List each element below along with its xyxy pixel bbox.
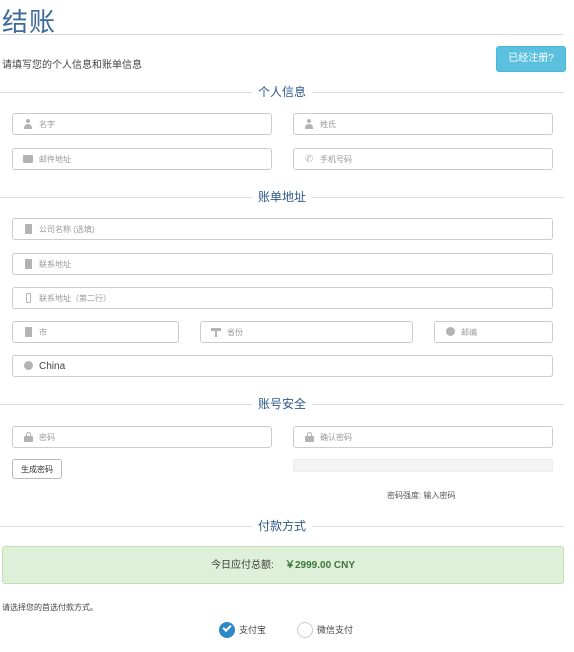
phone-field[interactable]: ✆ 手机号码 — [293, 148, 553, 170]
user-icon — [303, 119, 315, 131]
generate-password-button[interactable]: 生成密码 — [12, 459, 62, 479]
last-name-field[interactable]: 姓氏 — [293, 113, 553, 135]
total-due-box: 今日应付总额: ￥2999.00 CNY — [2, 546, 564, 584]
state-field[interactable]: 省份 — [200, 321, 413, 343]
first-name-placeholder: 名字 — [39, 120, 55, 129]
building-icon — [22, 259, 34, 271]
wechat-pay-label[interactable]: 微信支付 — [317, 622, 353, 638]
total-due-label: 今日应付总额: — [211, 560, 274, 571]
postcode-field[interactable]: 邮编 — [434, 321, 553, 343]
address-line2-placeholder: 联系地址（第二行） — [39, 294, 111, 303]
phone-icon: ✆ — [304, 154, 314, 165]
last-name-placeholder: 姓氏 — [320, 120, 336, 129]
section-personal-info: 个人信息 — [0, 84, 564, 100]
section-title: 账号安全 — [251, 396, 313, 412]
password-field[interactable]: 密码 — [12, 426, 272, 448]
section-billing-address: 账单地址 — [0, 189, 564, 205]
title-divider — [0, 34, 563, 35]
globe-icon — [22, 361, 34, 373]
confirm-password-field[interactable]: 确认密码 — [293, 426, 553, 448]
state-placeholder: 省份 — [227, 328, 243, 337]
confirm-password-placeholder: 确认密码 — [320, 433, 352, 442]
signpost-icon — [210, 327, 222, 339]
password-strength-text: 密码强度: 输入密码 — [387, 491, 456, 500]
total-due-amount: ￥2999.00 CNY — [285, 560, 356, 571]
user-icon — [22, 119, 34, 131]
address-line1-field[interactable]: 联系地址 — [12, 253, 553, 275]
alipay-label[interactable]: 支付宝 — [239, 622, 266, 638]
lock-icon — [303, 432, 315, 444]
location-icon — [444, 327, 456, 339]
lock-icon — [22, 432, 34, 444]
section-account-security: 账号安全 — [0, 396, 564, 412]
mobile-icon — [22, 293, 34, 305]
section-title: 账单地址 — [251, 189, 313, 205]
company-field[interactable]: 公司名称 (选填) — [12, 218, 553, 240]
city-placeholder: 市 — [39, 328, 47, 337]
already-registered-button[interactable]: 已经注册? — [496, 46, 566, 72]
building-icon — [22, 327, 34, 339]
first-name-field[interactable]: 名字 — [12, 113, 272, 135]
email-placeholder: 邮件地址 — [39, 155, 71, 164]
payment-instruction: 请选择您的首选付款方式。 — [2, 603, 98, 612]
section-payment-method: 付款方式 — [0, 518, 564, 534]
country-select[interactable]: China — [12, 355, 553, 377]
intro-text: 请填写您的个人信息和账单信息 — [2, 60, 142, 71]
company-placeholder: 公司名称 (选填) — [39, 225, 95, 234]
email-field[interactable]: 邮件地址 — [12, 148, 272, 170]
password-placeholder: 密码 — [39, 433, 55, 442]
section-title: 个人信息 — [251, 84, 313, 100]
city-field[interactable]: 市 — [12, 321, 179, 343]
address-line2-field[interactable]: 联系地址（第二行） — [12, 287, 553, 309]
country-value: China — [39, 361, 66, 372]
building-icon — [22, 224, 34, 236]
postcode-placeholder: 邮编 — [461, 328, 477, 337]
address-line1-placeholder: 联系地址 — [39, 260, 71, 269]
wechat-pay-radio[interactable] — [297, 622, 313, 638]
alipay-radio[interactable] — [219, 622, 235, 638]
password-strength-bar — [293, 459, 553, 472]
phone-placeholder: 手机号码 — [320, 155, 352, 164]
envelope-icon — [22, 154, 34, 166]
section-title: 付款方式 — [251, 518, 313, 534]
